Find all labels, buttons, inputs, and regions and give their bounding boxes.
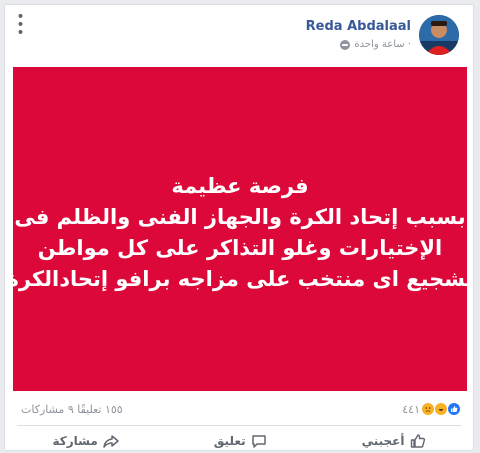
post-stats: ١٥٥ تعليقًا ٩ مشاركات ٤٤١ [13,399,465,419]
banner-line: فرصة عظيمة [171,174,309,198]
post-card: • • • Reda Abdalaal ساعة واحدة · فرصة عظ… [4,4,474,451]
more-options-icon[interactable]: • • • [13,10,29,40]
avatar[interactable] [419,15,459,55]
laugh-reaction-icon [434,402,448,416]
post-meta: ساعة واحدة · [340,39,411,50]
share-label: مشاركة [52,434,98,448]
post-text-banner: فرصة عظيمة بسبب إتحاد الكرة والجهاز الفن… [6,67,474,391]
post-header: • • • Reda Abdalaal ساعة واحدة · [5,5,473,67]
like-reaction-icon [447,402,461,416]
divider [17,425,461,426]
author-name[interactable]: Reda Abdalaal [306,19,411,34]
share-button[interactable]: مشاركة [52,433,119,449]
thumbs-up-icon [410,433,426,449]
sad-reaction-icon [421,402,435,416]
globe-icon[interactable] [340,39,351,50]
like-label: أعجبني [361,434,405,448]
share-arrow-icon [103,433,119,449]
banner-line: تشجيع اى منتخب على مزاجه برافو إتحادالكر… [6,267,474,291]
comment-bubble-icon [251,433,267,449]
comment-button[interactable]: تعليق [214,433,267,449]
profile-photo [419,15,459,55]
post-time[interactable]: ساعة واحدة · [354,39,411,50]
like-button[interactable]: أعجبني [362,433,426,449]
banner-line: بسبب إتحاد الكرة والجهاز الفنى والظلم فى [14,205,466,229]
comments-shares-count[interactable]: ١٥٥ تعليقًا ٩ مشاركات [13,403,123,416]
post-actions: مشاركة تعليق أعجبني [5,429,473,453]
banner-line: الإختيارات وغلو التذاكر على كل مواطن [37,236,443,260]
reactions-count[interactable]: ٤٤١ [402,403,420,416]
comment-label: تعليق [213,434,246,448]
reactions-summary[interactable]: ٤٤١ [402,402,465,416]
